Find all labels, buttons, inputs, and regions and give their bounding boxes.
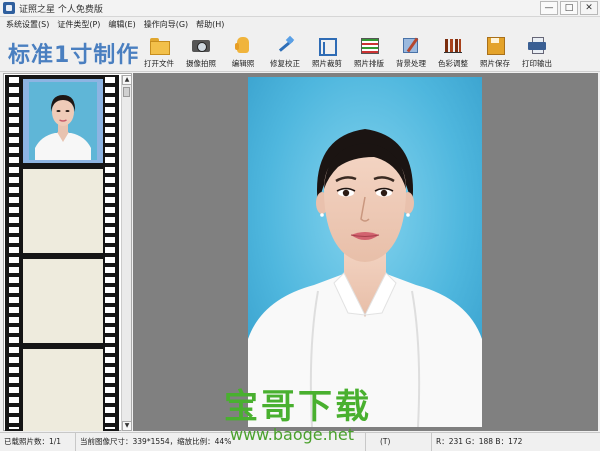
menu-edit[interactable]: 编辑(E) — [108, 19, 135, 30]
thumbnail-photo — [29, 82, 97, 160]
window-controls: — □ ✕ — [540, 1, 598, 15]
film-frame-empty[interactable] — [23, 259, 103, 343]
app-icon — [3, 2, 15, 14]
loaded-count: 已载照片数：1/1 — [0, 433, 76, 451]
tool-label: 编辑照 — [231, 59, 255, 68]
site-watermark: 宝哥下载 www.baoge.net — [224, 388, 376, 448]
film-perforations — [9, 77, 19, 429]
minimize-button[interactable]: — — [540, 1, 558, 15]
image-canvas[interactable] — [133, 73, 598, 431]
folder-icon — [148, 35, 170, 55]
edit-photo-button[interactable]: 编辑照 — [222, 34, 264, 70]
scroll-up-button[interactable]: ▲ — [122, 75, 132, 85]
menu-id-type[interactable]: 证件类型(P) — [57, 19, 100, 30]
menu-help[interactable]: 帮助(H) — [196, 19, 224, 30]
tool-label: 打开文件 — [144, 59, 174, 68]
camera-icon — [190, 35, 212, 55]
menu-wizard[interactable]: 操作向导(G) — [144, 19, 188, 30]
crop-button[interactable]: 照片裁剪 — [306, 34, 348, 70]
tool-label: 打印输出 — [522, 59, 552, 68]
crop-icon — [316, 35, 338, 56]
menu-bar: 系统设置(S) 证件类型(P) 编辑(E) 操作向导(G) 帮助(H) — [0, 17, 600, 31]
hand-icon — [232, 35, 254, 55]
print-icon — [526, 35, 548, 55]
restore-button[interactable]: □ — [560, 1, 578, 15]
save-icon — [484, 35, 506, 55]
watermark-url: www.baoge.net — [230, 425, 354, 444]
repair-button[interactable]: 修复校正 — [264, 34, 306, 70]
tool-label: 照片裁剪 — [312, 59, 342, 68]
filmstrip-scrollbar[interactable]: ▲ ▼ — [121, 75, 132, 431]
filmstrip — [5, 75, 119, 431]
rgb-readout: R：231 G：188 B：172 — [436, 437, 523, 446]
film-perforations — [105, 77, 115, 429]
close-button[interactable]: ✕ — [580, 1, 598, 15]
levels-icon — [442, 35, 464, 55]
tool-label: 照片保存 — [480, 59, 510, 68]
toolbar: 标准1寸制作 打开文件 摄像拍照 编辑照 修复校正 照片裁剪 照片排版 背景处理 — [0, 31, 600, 72]
color-adjust-button[interactable]: 色彩调整 — [432, 34, 474, 70]
id-photo-preview[interactable] — [248, 77, 482, 427]
tool-buttons: 打开文件 摄像拍照 编辑照 修复校正 照片裁剪 照片排版 背景处理 色彩调整 照… — [138, 34, 558, 70]
tool-label: 照片排版 — [354, 59, 384, 68]
scroll-down-button[interactable]: ▼ — [122, 421, 132, 431]
open-file-button[interactable]: 打开文件 — [138, 34, 180, 70]
film-frame-empty[interactable] — [23, 169, 103, 253]
portrait-photo — [248, 77, 482, 427]
menu-system-settings[interactable]: 系统设置(S) — [6, 19, 49, 30]
camera-capture-button[interactable]: 摄像拍照 — [180, 34, 222, 70]
window-title: 证照之星 个人免费版 — [19, 4, 103, 15]
film-frame-selected[interactable] — [23, 79, 103, 163]
print-button[interactable]: 打印输出 — [516, 34, 558, 70]
wand-icon — [274, 35, 296, 55]
portrait-thumbnail — [29, 82, 97, 160]
save-button[interactable]: 照片保存 — [474, 34, 516, 70]
background-button[interactable]: 背景处理 — [390, 34, 432, 70]
tool-label: 修复校正 — [270, 59, 300, 68]
brush-icon — [400, 35, 422, 55]
filmstrip-panel: ▲ ▼ — [3, 73, 132, 431]
watermark-logo-text: 宝哥下载 — [224, 387, 372, 427]
layout-button[interactable]: 照片排版 — [348, 34, 390, 70]
tool-label: 摄像拍照 — [186, 59, 216, 68]
film-frame-empty[interactable] — [23, 349, 103, 431]
scroll-thumb[interactable] — [123, 87, 130, 97]
layout-icon — [358, 35, 380, 55]
tool-label: 色彩调整 — [438, 59, 468, 68]
tool-label: 背景处理 — [396, 59, 426, 68]
title-bar: 证照之星 个人免费版 — □ ✕ — [0, 0, 600, 17]
id-size-title: 标准1寸制作 — [8, 43, 140, 68]
